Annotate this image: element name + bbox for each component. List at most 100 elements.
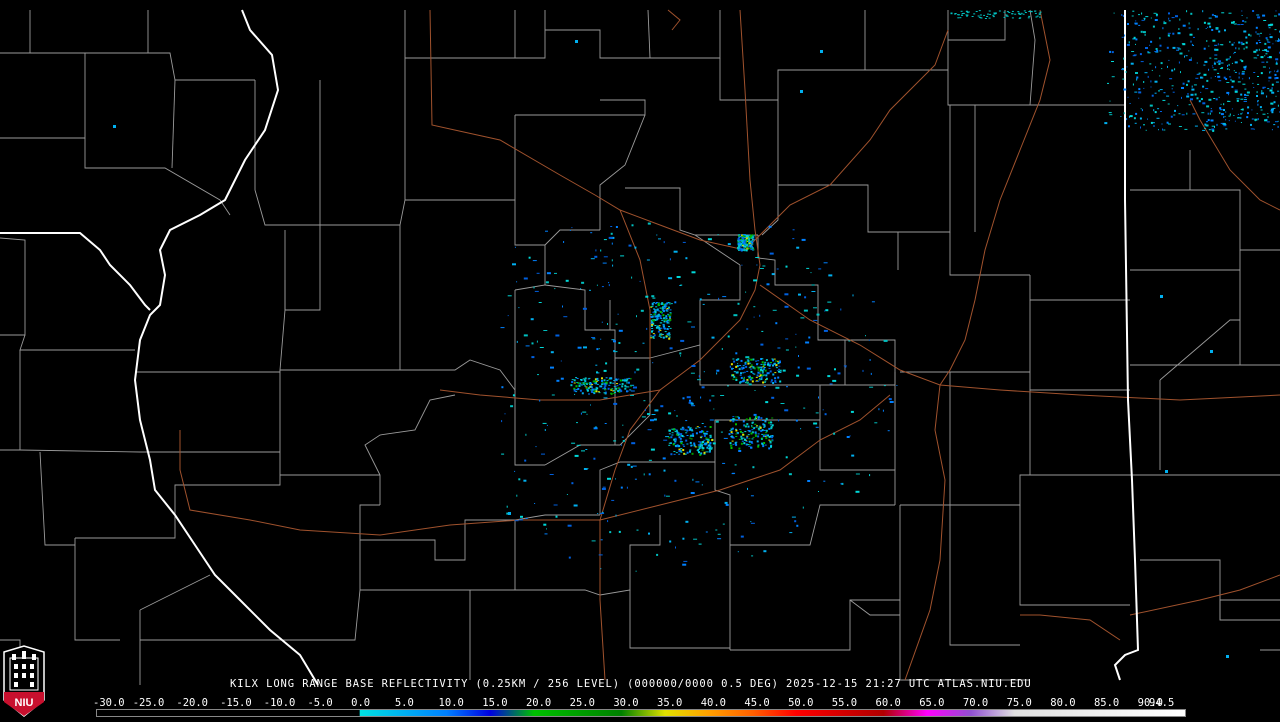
echo-pixel <box>691 430 694 432</box>
echo-pixel <box>883 339 888 342</box>
echo-pixel <box>761 442 764 445</box>
echo-pixel <box>1162 128 1163 131</box>
echo-pixel <box>1144 72 1148 74</box>
echo-pixel <box>1135 72 1138 74</box>
echo-pixel <box>603 379 606 382</box>
echo-pixel <box>1275 121 1278 123</box>
echo-pixel <box>792 238 795 240</box>
echo-pixel <box>1139 53 1142 56</box>
echo-pixel <box>674 444 677 447</box>
echo-pixel <box>798 293 801 296</box>
echo-pixel <box>736 432 739 434</box>
echo-pixel <box>822 409 824 411</box>
echo-pixel <box>646 259 650 261</box>
echo-pixel <box>746 246 748 248</box>
echo-pixel <box>751 424 753 427</box>
echo-pixel <box>654 303 657 305</box>
echo-pixel <box>1160 295 1163 298</box>
echo-pixel <box>800 90 803 93</box>
echo-pixel <box>1260 32 1262 34</box>
echo-pixel <box>678 436 681 439</box>
echo-pixel <box>665 305 668 307</box>
echo-pixel <box>577 387 580 390</box>
echo-pixel <box>1190 98 1193 101</box>
echo-pixel <box>607 520 609 523</box>
echo-pixel <box>1235 47 1237 50</box>
echo-pixel <box>666 309 669 311</box>
echo-pixel <box>662 336 665 339</box>
echo-pixel <box>590 258 595 260</box>
echo-pixel <box>1209 25 1212 28</box>
echo-pixel <box>1147 118 1148 120</box>
echo-pixel <box>755 380 758 382</box>
echo-pixel <box>769 421 772 424</box>
echo-pixel <box>1228 120 1230 122</box>
echo-pixel <box>1165 470 1168 473</box>
echo-pixel <box>1260 56 1264 59</box>
echo-pixel <box>721 348 723 350</box>
echo-pixel <box>739 248 742 251</box>
echo-pixel <box>597 513 599 514</box>
echo-pixel <box>1238 47 1240 50</box>
echo-pixel <box>654 319 657 321</box>
echo-pixel <box>1258 48 1260 51</box>
echo-pixel <box>621 385 624 388</box>
echo-pixel <box>1132 10 1135 12</box>
echo-pixel <box>961 14 964 16</box>
echo-pixel <box>1219 67 1223 69</box>
echo-pixel <box>760 376 763 379</box>
echo-pixel <box>610 388 613 390</box>
echo-pixel <box>680 355 681 357</box>
echo-pixel <box>709 419 714 421</box>
echo-pixel <box>1139 117 1142 120</box>
echo-pixel <box>1214 15 1216 17</box>
echo-pixel <box>1024 12 1027 13</box>
echo-pixel <box>1255 26 1258 29</box>
echo-pixel <box>1271 129 1273 131</box>
echo-pixel <box>745 291 747 293</box>
echo-pixel <box>611 339 615 341</box>
echo-pixel <box>591 540 596 542</box>
colorbar-label: 85.0 <box>1093 697 1120 709</box>
echo-pixel <box>1194 125 1198 127</box>
echo-pixel <box>986 16 989 17</box>
echo-pixel <box>763 367 766 369</box>
echo-pixel <box>1166 46 1169 49</box>
echo-pixel <box>768 421 771 424</box>
echo-pixel <box>1224 116 1226 118</box>
echo-pixel <box>665 436 670 438</box>
echo-pixel <box>674 437 677 439</box>
echo-pixel <box>669 309 672 311</box>
echo-pixel <box>619 379 622 382</box>
echo-pixel <box>556 379 560 382</box>
echo-pixel <box>746 423 749 426</box>
echo-pixel <box>745 440 748 442</box>
echo-pixel <box>593 457 596 460</box>
echo-pixel <box>768 439 771 441</box>
echo-pixel <box>582 382 585 384</box>
echo-pixel <box>1255 49 1258 52</box>
echo-pixel <box>739 241 742 243</box>
echo-pixel <box>737 363 739 365</box>
echo-pixel <box>742 248 745 250</box>
echo-pixel <box>1122 15 1124 17</box>
echo-pixel <box>1135 38 1138 41</box>
echo-pixel <box>852 294 854 297</box>
echo-pixel <box>731 367 733 370</box>
echo-pixel <box>696 449 699 451</box>
echo-pixel <box>827 375 831 378</box>
echo-pixel <box>664 494 666 497</box>
echo-pixel <box>689 399 691 402</box>
echo-pixel <box>555 515 558 518</box>
echo-pixel <box>754 431 757 433</box>
echo-pixel <box>671 428 674 430</box>
echo-pixel <box>1212 67 1214 69</box>
echo-pixel <box>1228 63 1230 66</box>
colorbar-label: -10.0 <box>263 697 296 709</box>
echo-pixel <box>739 430 742 433</box>
echo-pixel <box>738 447 741 450</box>
echo-pixel <box>1243 30 1247 33</box>
echo-pixel <box>596 383 599 385</box>
echo-pixel <box>563 241 565 243</box>
echo-pixel <box>724 501 728 504</box>
